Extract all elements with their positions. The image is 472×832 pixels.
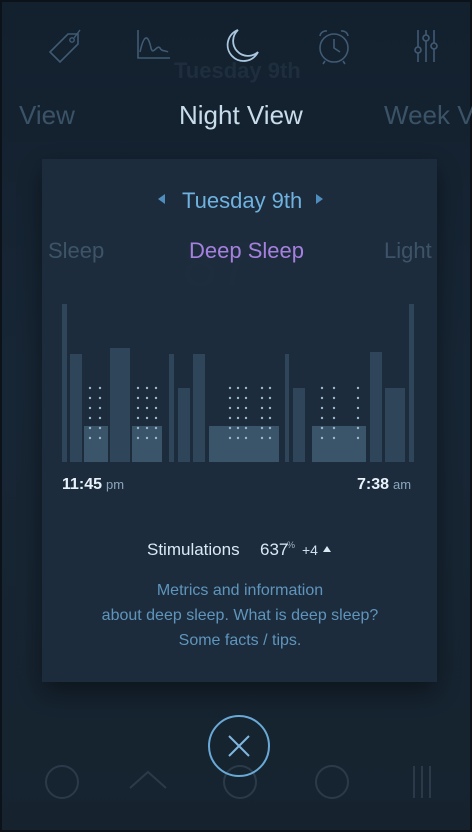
info-line: Some facts / tips.	[178, 632, 302, 649]
prev-day-arrow-icon[interactable]	[158, 194, 165, 204]
phase-tab-prev[interactable]: Sleep	[48, 238, 104, 264]
date-selector: Tuesday 9th	[2, 188, 472, 216]
close-icon	[228, 735, 250, 757]
phase-tab-current[interactable]: Deep Sleep	[189, 238, 304, 264]
info-line: Metrics and information	[156, 582, 324, 599]
view-tab-current[interactable]: Night View	[179, 100, 303, 131]
alarm-clock-icon[interactable]	[310, 22, 358, 70]
start-time-suffix: pm	[106, 477, 125, 492]
card-date: Tuesday 9th	[182, 188, 303, 213]
time-range: 11:45 pm 7:38 am	[2, 476, 472, 500]
stimulations-label: Stimulations	[147, 540, 240, 559]
stimulations-row: Stimulations 637 % +4	[2, 540, 472, 562]
stimulations-unit: %	[287, 540, 296, 550]
sliders-icon[interactable]	[402, 22, 450, 70]
end-time-value: 7:38	[357, 476, 390, 493]
sleep-chart	[62, 302, 418, 469]
start-time: 11:45 pm	[62, 476, 124, 494]
view-tab-next[interactable]: Week V	[384, 100, 472, 131]
phase-tab-next[interactable]: Light	[384, 238, 432, 264]
stimulations-value: 637	[260, 540, 289, 559]
next-day-arrow-icon[interactable]	[316, 194, 323, 204]
phase-switcher: Sleep Deep Sleep Light	[2, 238, 472, 268]
view-switcher: View Night View Week V	[2, 100, 472, 136]
top-nav	[2, 12, 472, 72]
close-button[interactable]	[208, 715, 270, 777]
info-text: Metrics and information about deep sleep…	[62, 578, 418, 653]
end-time-suffix: am	[393, 477, 412, 492]
moon-icon[interactable]	[218, 22, 266, 70]
trend-up-icon	[323, 546, 331, 552]
view-tab-prev[interactable]: View	[19, 100, 75, 131]
app-screen: Tuesday 9th 87	[0, 0, 472, 832]
end-time: 7:38 am	[357, 476, 411, 494]
stimulations-delta: +4	[302, 542, 318, 558]
tag-icon[interactable]	[40, 22, 88, 70]
info-line[interactable]: about deep sleep. What is deep sleep?	[62, 603, 418, 628]
chart-icon[interactable]	[128, 22, 176, 70]
start-time-value: 11:45	[62, 476, 103, 493]
